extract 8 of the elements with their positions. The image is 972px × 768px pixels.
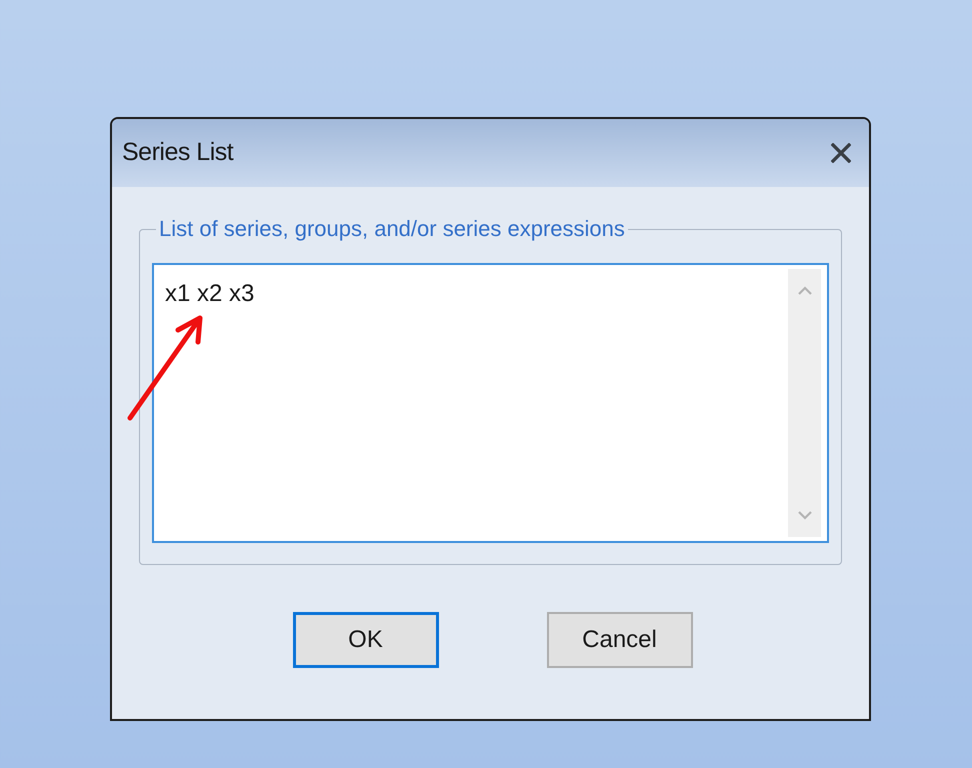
cancel-button[interactable]: Cancel — [546, 612, 692, 668]
close-button[interactable] — [829, 141, 853, 165]
window-title: Series List — [122, 137, 234, 168]
group-label: List of series, groups, and/or series expressions — [158, 215, 626, 243]
series-list-field[interactable]: x1 x2 x3 — [152, 263, 829, 543]
ok-button[interactable]: OK — [292, 612, 438, 668]
close-icon — [831, 143, 851, 163]
vertical-scrollbar[interactable] — [788, 269, 821, 537]
